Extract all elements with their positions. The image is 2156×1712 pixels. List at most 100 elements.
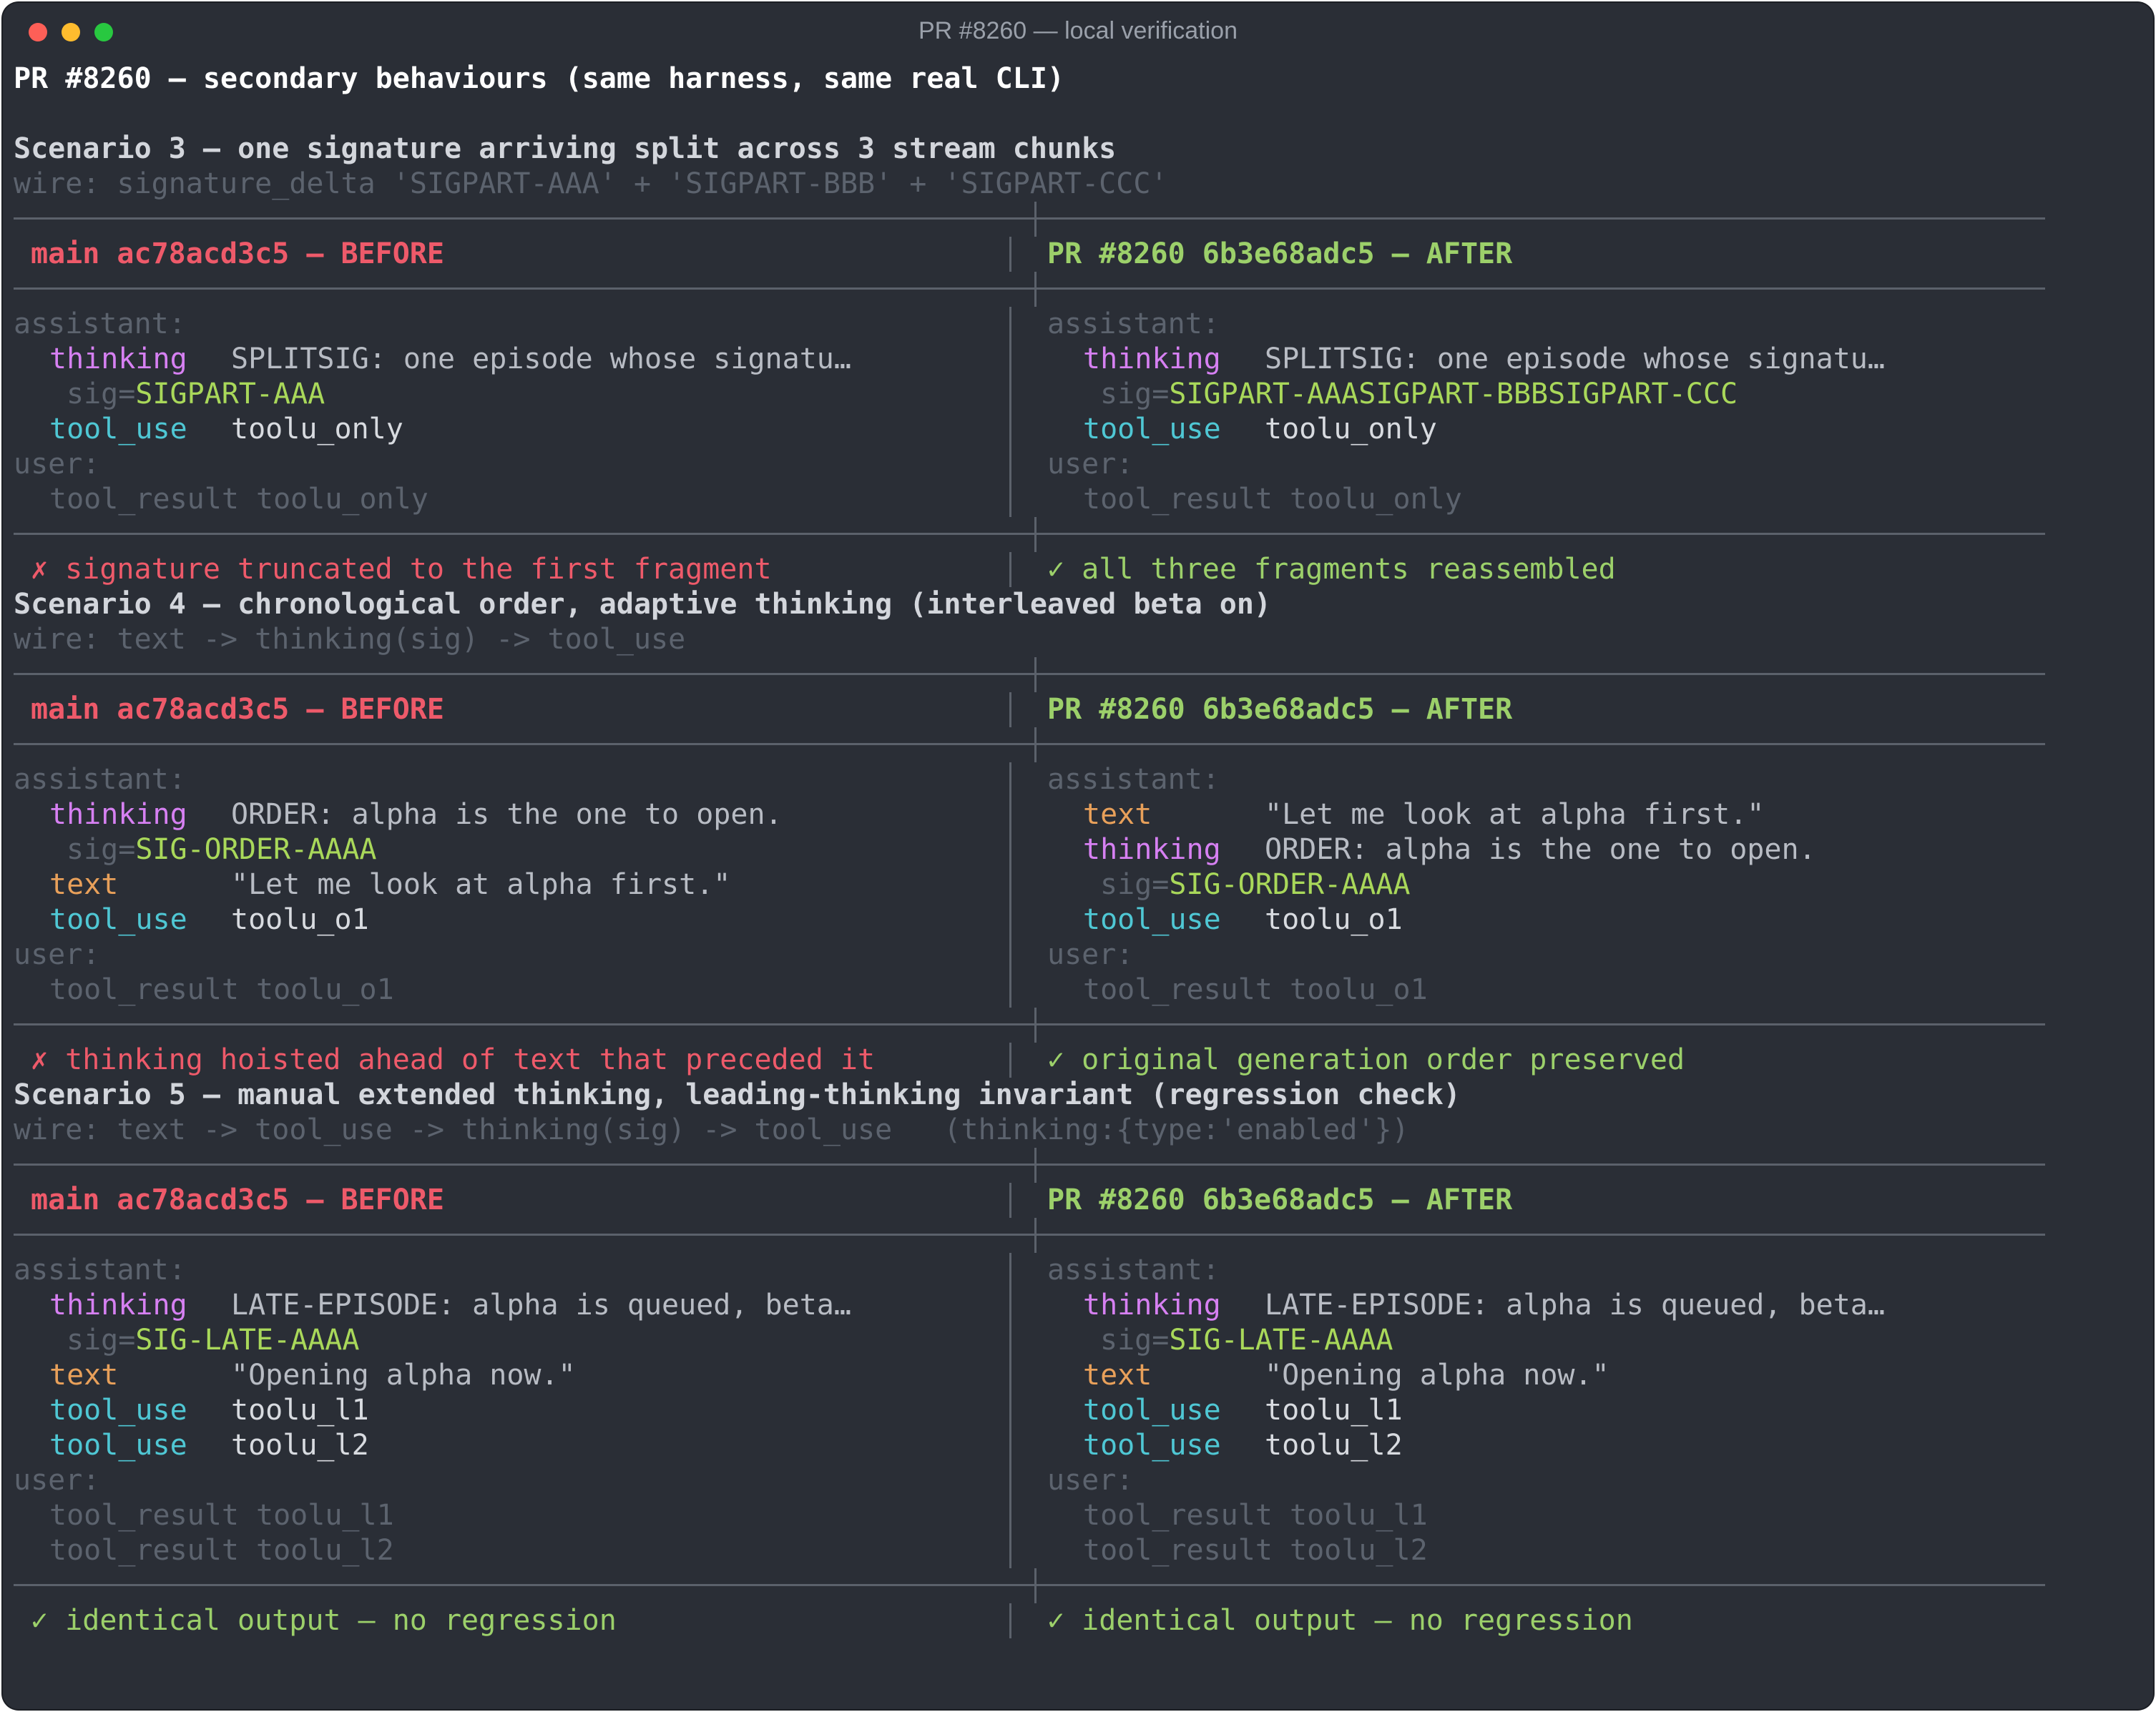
text-value: "Let me look at alpha first."	[231, 868, 731, 901]
sig-label: sig=	[67, 378, 136, 410]
tool-result-value: toolu_l1	[256, 1499, 394, 1532]
assistant-label: assistant:	[1047, 1254, 1220, 1287]
tool-result-value: toolu_l2	[256, 1534, 394, 1567]
scenario-5: Scenario 5 — manual extended thinking, l…	[14, 1078, 2045, 1638]
sig-label: sig=	[1100, 868, 1170, 901]
before-header: main ac78acd3c5 — BEFORE	[31, 237, 444, 270]
tool-use-label: tool_use	[49, 1394, 187, 1427]
tool-result-value: toolu_l2	[1290, 1534, 1428, 1567]
text-label: text	[1083, 798, 1152, 831]
thinking-value: ORDER: alpha is the one to open.	[1265, 833, 1816, 866]
tool-use-label: tool_use	[49, 1429, 187, 1462]
tool-use-value: toolu_l1	[1265, 1394, 1403, 1427]
tool-use-value: toolu_only	[231, 413, 403, 446]
scenario-wire: wire: text -> tool_use -> thinking(sig) …	[14, 1113, 1409, 1146]
tool-result-label: tool_result	[49, 483, 239, 516]
text-value: "Opening alpha now."	[231, 1359, 576, 1392]
tool-use-value: toolu_o1	[231, 903, 369, 936]
tool-result-label: tool_result	[1083, 1534, 1273, 1567]
text-label: text	[49, 868, 119, 901]
tool-result-label: tool_result	[1083, 1499, 1273, 1532]
thinking-label: thinking	[1083, 833, 1221, 866]
after-header: PR #8260 6b3e68adc5 — AFTER	[1047, 693, 1513, 726]
scenario-title: Scenario 4 — chronological order, adapti…	[14, 588, 1271, 621]
before-header: main ac78acd3c5 — BEFORE	[31, 1184, 444, 1216]
scenario-wire: wire: signature_delta 'SIGPART-AAA' + 'S…	[14, 167, 1168, 200]
tool-result-value: toolu_only	[1290, 483, 1462, 516]
window-title: PR #8260 — local verification	[918, 17, 1238, 44]
scenario-title: Scenario 3 — one signature arriving spli…	[14, 132, 1117, 165]
after-verdict: ✓ identical output — no regression	[1047, 1604, 1633, 1637]
sig-label: sig=	[1100, 1324, 1170, 1357]
thinking-value: LATE-EPISODE: alpha is queued, beta…	[231, 1289, 851, 1322]
verdict-row: ✗ signature truncated to the first fragm…	[14, 552, 2045, 587]
thinking-value: SPLITSIG: one episode whose signatu…	[231, 343, 851, 375]
tool-use-value: toolu_l2	[231, 1429, 369, 1462]
sig-value: SIG-ORDER-AAAA	[1169, 868, 1411, 901]
scenario-3: Scenario 3 — one signature arriving spli…	[14, 132, 2045, 587]
sig-value: SIGPART-AAASIGPART-BBBSIGPART-CCC	[1169, 378, 1738, 410]
thinking-value: LATE-EPISODE: alpha is queued, beta…	[1265, 1289, 1885, 1322]
thinking-label: thinking	[49, 1289, 187, 1322]
thinking-label: thinking	[49, 343, 187, 375]
after-verdict: ✓ original generation order preserved	[1047, 1043, 1685, 1076]
title-bar: PR #8260 — local verification	[3, 3, 2153, 60]
after-transcript: assistant: text "Let me look at alpha fir…	[1011, 762, 2045, 1008]
header-row: main ac78acd3c5 — BEFORE PR #8260 6b3e68…	[14, 1183, 2045, 1218]
text-label: text	[1083, 1359, 1152, 1392]
user-label: user:	[14, 1464, 100, 1497]
before-transcript: assistant: thinking SPLITSIG: one episode…	[14, 307, 1011, 517]
after-transcript: assistant: thinking SPLITSIG: one episode…	[1011, 307, 2045, 517]
terminal-output: PR #8260 — secondary behaviours (same ha…	[14, 62, 2045, 1638]
tool-use-value: toolu_only	[1265, 413, 1437, 446]
sig-label: sig=	[67, 833, 136, 866]
thinking-label: thinking	[1083, 1289, 1221, 1322]
header-row: main ac78acd3c5 — BEFORE PR #8260 6b3e68…	[14, 692, 2045, 727]
tool-use-label: tool_use	[49, 413, 187, 446]
before-verdict: ✗ thinking hoisted ahead of text that pr…	[31, 1043, 876, 1076]
user-label: user:	[14, 448, 100, 481]
assistant-label: assistant:	[1047, 308, 1220, 340]
tool-result-value: toolu_o1	[256, 973, 394, 1006]
after-header: PR #8260 6b3e68adc5 — AFTER	[1047, 1184, 1513, 1216]
user-label: user:	[1047, 938, 1134, 971]
transcript-row: assistant: thinking LATE-EPISODE: alpha i…	[14, 1253, 2045, 1568]
before-transcript: assistant: thinking LATE-EPISODE: alpha i…	[14, 1253, 1011, 1568]
text-label: text	[49, 1359, 119, 1392]
header-row: main ac78acd3c5 — BEFORE PR #8260 6b3e68…	[14, 237, 2045, 272]
verdict-row: ✗ thinking hoisted ahead of text that pr…	[14, 1043, 2045, 1078]
tool-result-label: tool_result	[49, 1499, 239, 1532]
after-header: PR #8260 6b3e68adc5 — AFTER	[1047, 237, 1513, 270]
sig-value: SIG-LATE-AAAA	[1169, 1324, 1393, 1357]
thinking-label: thinking	[49, 798, 187, 831]
user-label: user:	[1047, 448, 1134, 481]
thinking-value: ORDER: alpha is the one to open.	[231, 798, 783, 831]
transcript-row: assistant: thinking ORDER: alpha is the o…	[14, 762, 2045, 1008]
thinking-value: SPLITSIG: one episode whose signatu…	[1265, 343, 1885, 375]
tool-use-value: toolu_l2	[1265, 1429, 1403, 1462]
before-verdict: ✗ signature truncated to the first fragm…	[31, 553, 772, 586]
sig-label: sig=	[1100, 378, 1170, 410]
after-verdict: ✓ all three fragments reassembled	[1047, 553, 1616, 586]
tool-result-label: tool_result	[49, 1534, 239, 1567]
tool-use-label: tool_use	[1083, 903, 1221, 936]
user-label: user:	[14, 938, 100, 971]
terminal-window: PR #8260 — local verification PR #8260 —…	[3, 3, 2153, 1709]
text-value: "Let me look at alpha first."	[1265, 798, 1765, 831]
tool-result-label: tool_result	[49, 973, 239, 1006]
page-title: PR #8260 — secondary behaviours (same ha…	[14, 62, 1065, 95]
tool-use-value: toolu_l1	[231, 1394, 369, 1427]
tool-result-label: tool_result	[1083, 483, 1273, 516]
assistant-label: assistant:	[14, 1254, 186, 1287]
assistant-label: assistant:	[14, 763, 186, 796]
before-transcript: assistant: thinking ORDER: alpha is the o…	[14, 762, 1011, 1008]
tool-use-label: tool_use	[1083, 1429, 1221, 1462]
user-label: user:	[1047, 1464, 1134, 1497]
sig-label: sig=	[67, 1324, 136, 1357]
scenario-title: Scenario 5 — manual extended thinking, l…	[14, 1078, 1461, 1111]
before-verdict: ✓ identical output — no regression	[31, 1604, 617, 1637]
sig-value: SIG-ORDER-AAAA	[135, 833, 377, 866]
tool-use-label: tool_use	[49, 903, 187, 936]
tool-result-value: toolu_o1	[1290, 973, 1428, 1006]
scenario-4: Scenario 4 — chronological order, adapti…	[14, 587, 2045, 1078]
